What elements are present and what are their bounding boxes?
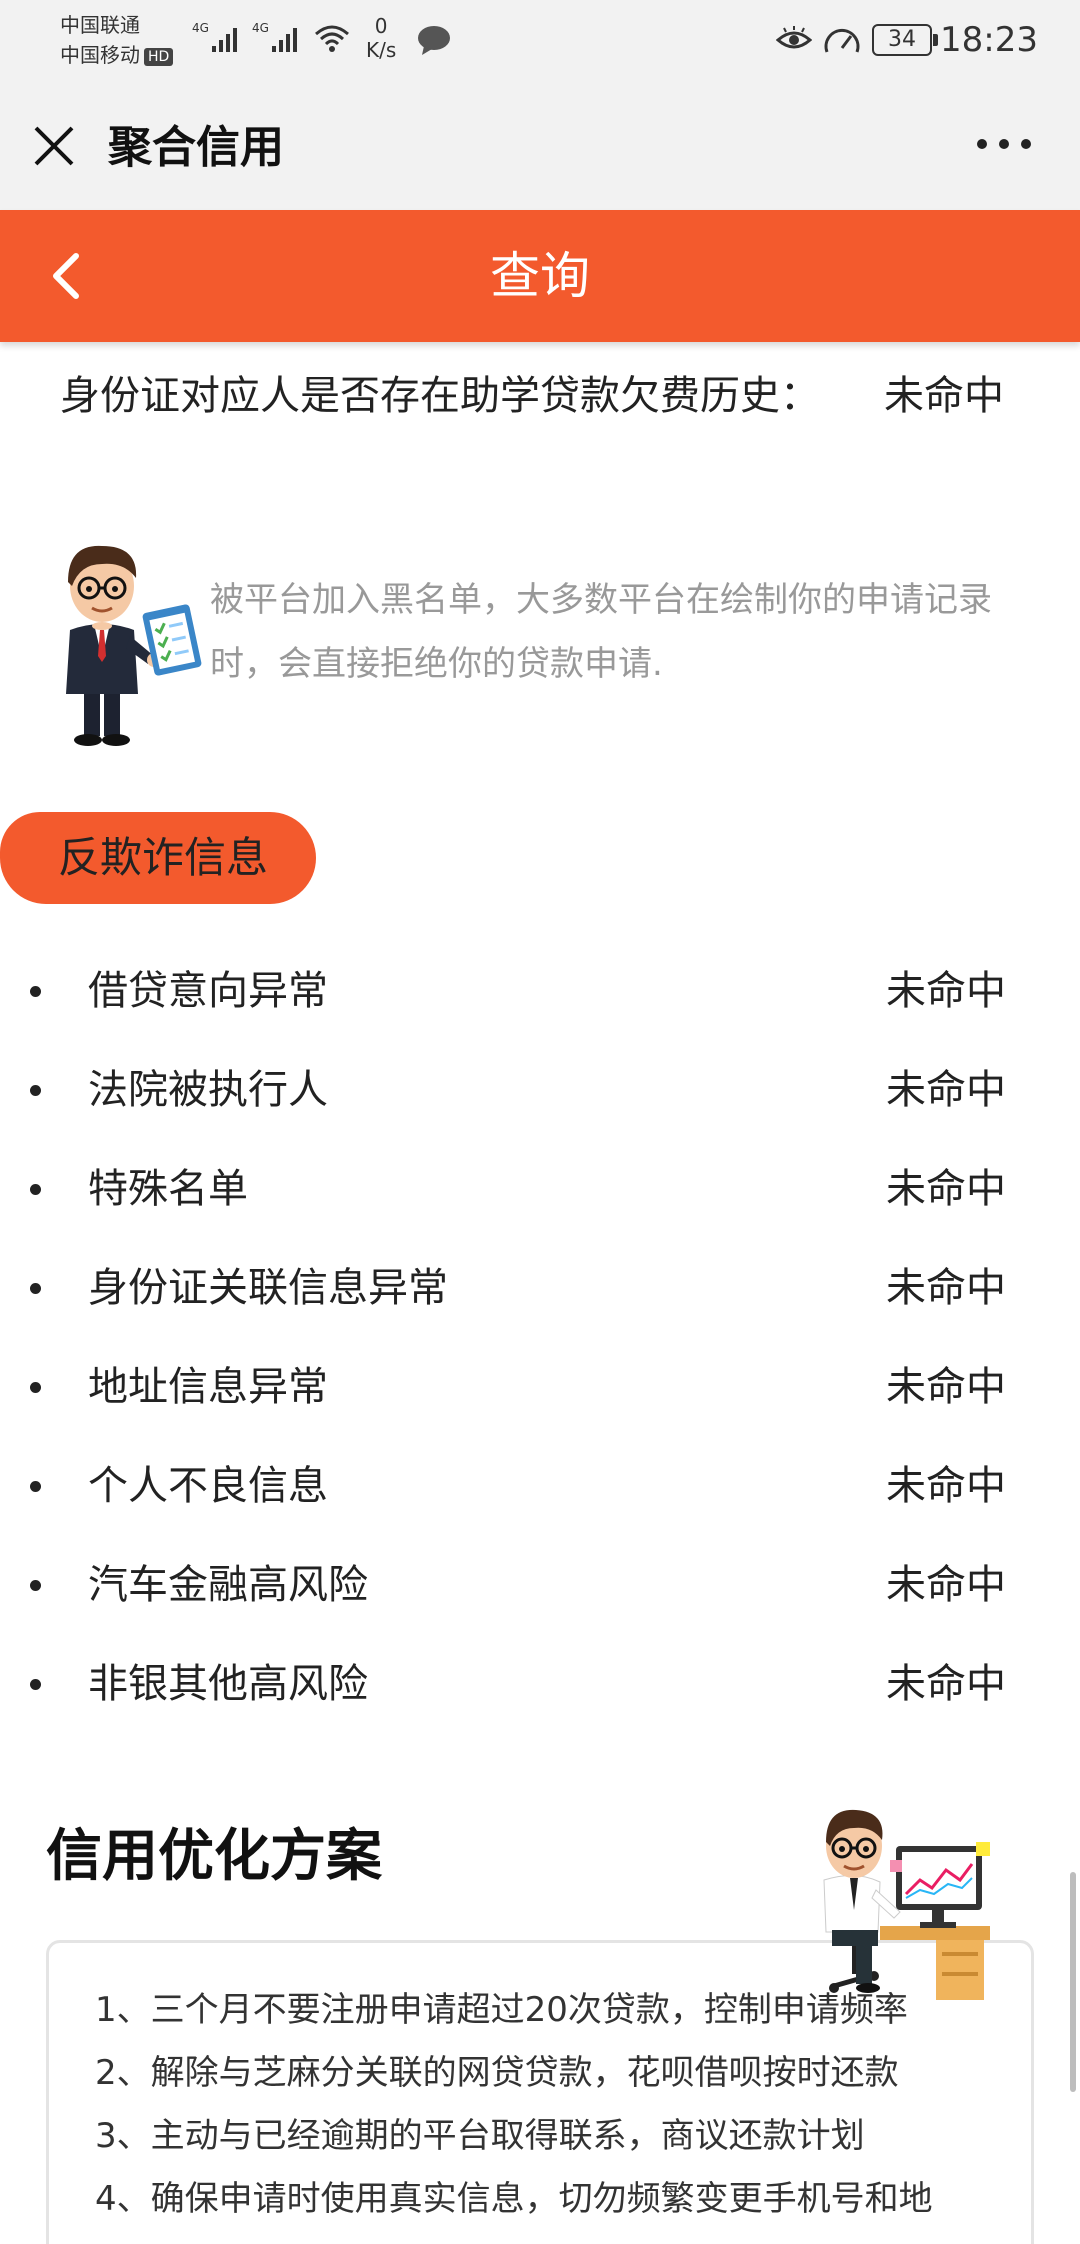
app-bar: 聚合信用 xyxy=(0,82,1080,210)
plan-item: 2、解除与芝麻分关联的网贷贷款，花呗借呗按时还款 xyxy=(95,2053,899,2093)
item-label: 个人不良信息 xyxy=(88,1463,328,1509)
bullet-icon xyxy=(30,986,41,997)
plan-item: 3、主动与已经逾期的平台取得联系，商议还款计划 xyxy=(95,2116,865,2156)
page-header: 查询 xyxy=(0,210,1080,342)
list-item: 特殊名单 未命中 xyxy=(0,1156,1080,1255)
bullet-icon xyxy=(30,1184,41,1195)
hd-badge: HD xyxy=(144,47,174,66)
item-value: 未命中 xyxy=(886,1562,1006,1608)
bullet-icon xyxy=(30,1679,41,1690)
plan-item: 4、确保申请时使用真实信息，切勿频繁变更手机号和地 xyxy=(95,2179,933,2219)
scrollbar-thumb[interactable] xyxy=(1070,1872,1076,2092)
item-value: 未命中 xyxy=(886,1166,1006,1212)
tip-text: 被平台加入黑名单，大多数平台在绘制你的申请记录时，会直接拒绝你的贷款申请. xyxy=(210,580,992,684)
item-label: 非银其他高风险 xyxy=(88,1661,368,1707)
more-options-icon[interactable] xyxy=(976,138,1032,150)
message-icon xyxy=(418,26,450,55)
bullet-icon xyxy=(30,1580,41,1591)
net-speed-value: 0 xyxy=(374,14,388,38)
net-speed-unit: K/s xyxy=(366,38,397,62)
businessman-clipboard-illustration xyxy=(66,545,202,746)
item-label: 地址信息异常 xyxy=(88,1364,328,1410)
bullet-icon xyxy=(30,1085,41,1096)
item-value: 未命中 xyxy=(886,1463,1006,1509)
item-value: 未命中 xyxy=(886,968,1006,1014)
bullet-icon xyxy=(30,1382,41,1393)
bullet-icon xyxy=(30,1481,41,1492)
section-tag-anti-fraud: 反欺诈信息 xyxy=(0,812,316,904)
item-label: 特殊名单 xyxy=(88,1166,248,1212)
item-label: 身份证关联信息异常 xyxy=(88,1265,448,1311)
item-value: 未命中 xyxy=(886,1661,1006,1707)
status-time: 18:23 xyxy=(940,20,1038,60)
close-icon[interactable] xyxy=(32,124,76,168)
tip-card: 被平台加入黑名单，大多数平台在绘制你的申请记录时，会直接拒绝你的贷款申请. xyxy=(44,530,1044,750)
app-title: 聚合信用 xyxy=(108,122,284,173)
network-type-1: 4G xyxy=(192,21,209,35)
list-item: 非银其他高风险 未命中 xyxy=(0,1651,1080,1750)
carrier-2: 中国移动 xyxy=(60,43,140,67)
bullet-icon xyxy=(30,1283,41,1294)
item-label: 法院被执行人 xyxy=(88,1067,328,1113)
wifi-icon xyxy=(315,25,349,52)
carrier-1: 中国联通 xyxy=(60,13,140,37)
carrier-info: 中国联通 中国移动 HD xyxy=(60,10,174,70)
list-item: 借贷意向异常 未命中 xyxy=(0,958,1080,1057)
battery-indicator: 34 xyxy=(872,24,938,56)
signal-icon-2: 4G xyxy=(252,21,297,52)
anti-fraud-list: 借贷意向异常 未命中 法院被执行人 未命中 特殊名单 未命中 身份证关联信息异常 未命中… xyxy=(0,958,1080,1750)
list-item: 法院被执行人 未命中 xyxy=(0,1057,1080,1156)
query-label: 身份证对应人是否存在助学贷款欠费历史： xyxy=(60,373,820,419)
list-item: 汽车金融高风险 未命中 xyxy=(0,1552,1080,1651)
query-result-row: 身份证对应人是否存在助学贷款欠费历史： 未命中 xyxy=(60,368,1020,424)
credit-plan-title: 信用优化方案 xyxy=(46,1824,382,1889)
status-bar: 中国联通 中国移动 HD 4G 4G 0 K/s 34 18:23 xyxy=(0,0,1080,82)
office-worker-illustration xyxy=(823,1809,990,2000)
item-value: 未命中 xyxy=(886,1067,1006,1113)
item-value: 未命中 xyxy=(886,1265,1006,1311)
page-title: 查询 xyxy=(490,247,590,305)
signal-icon-1: 4G xyxy=(192,21,237,52)
network-type-2: 4G xyxy=(252,21,269,35)
item-label: 汽车金融高风险 xyxy=(88,1562,368,1608)
eye-icon xyxy=(776,26,812,49)
speed-gauge-icon xyxy=(824,29,860,53)
net-speed: 0 K/s xyxy=(366,14,396,62)
section-tag-label: 反欺诈信息 xyxy=(58,833,269,882)
plan-item: 1、三个月不要注册申请超过20次贷款，控制申请频率 xyxy=(95,1990,908,2030)
list-item: 地址信息异常 未命中 xyxy=(0,1354,1080,1453)
list-item: 个人不良信息 未命中 xyxy=(0,1453,1080,1552)
item-value: 未命中 xyxy=(886,1364,1006,1410)
list-item: 身份证关联信息异常 未命中 xyxy=(0,1255,1080,1354)
item-label: 借贷意向异常 xyxy=(88,968,328,1014)
query-value: 未命中 xyxy=(884,373,1004,419)
